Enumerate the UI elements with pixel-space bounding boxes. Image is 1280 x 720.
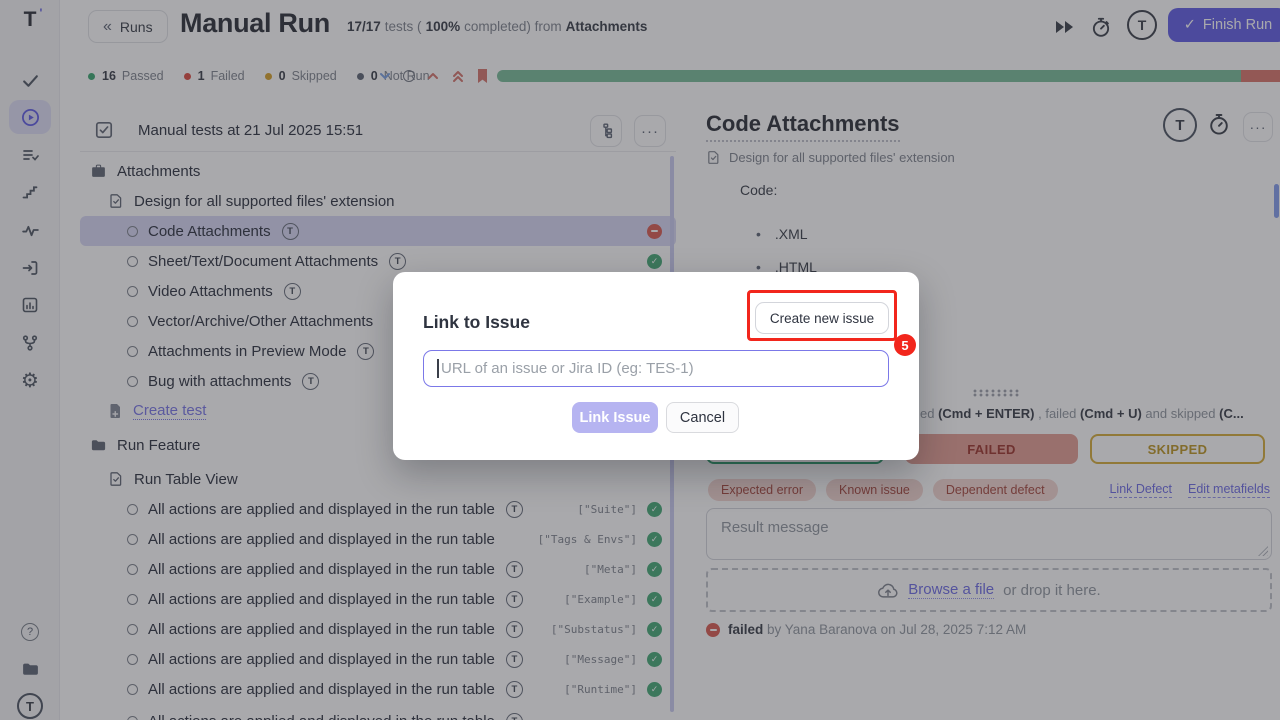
text-caret — [437, 359, 439, 378]
modal-title: Link to Issue — [423, 312, 530, 333]
annotation-badge: 5 — [894, 334, 916, 356]
issue-url-input[interactable] — [423, 350, 889, 387]
create-new-issue-button[interactable]: Create new issue — [755, 302, 889, 334]
app-window: T' ⚙ ? T — [0, 0, 1280, 720]
link-issue-button[interactable]: Link Issue — [572, 402, 658, 433]
cancel-button[interactable]: Cancel — [666, 402, 739, 433]
link-to-issue-modal: Link to Issue Create new issue 5 Link Is… — [393, 272, 919, 460]
